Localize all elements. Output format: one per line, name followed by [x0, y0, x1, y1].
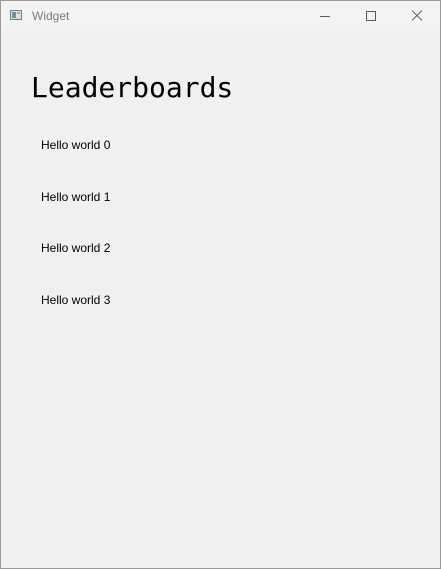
list-item: Hello world 3	[41, 292, 111, 307]
maximize-icon	[366, 11, 376, 21]
list-item: Hello world 1	[41, 189, 111, 204]
app-window-icon	[10, 10, 22, 20]
app-window: Widget Leaderboards Hello world 0 Hello …	[0, 0, 441, 569]
list-item: Hello world 2	[41, 241, 111, 255]
window-title: Widget	[32, 9, 70, 23]
minimize-button[interactable]	[302, 1, 348, 31]
list-item: Hello world 0	[41, 138, 111, 152]
leaderboard-list: Hello world 0 Hello world 1 Hello world …	[41, 137, 110, 343]
close-button[interactable]	[394, 1, 440, 31]
window-content: Leaderboards Hello world 0 Hello world 1…	[1, 31, 440, 568]
maximize-button[interactable]	[348, 1, 394, 31]
close-icon	[412, 10, 422, 20]
title-bar[interactable]: Widget	[1, 1, 440, 31]
minimize-icon	[320, 16, 330, 17]
page-title: Leaderboards	[31, 71, 234, 104]
